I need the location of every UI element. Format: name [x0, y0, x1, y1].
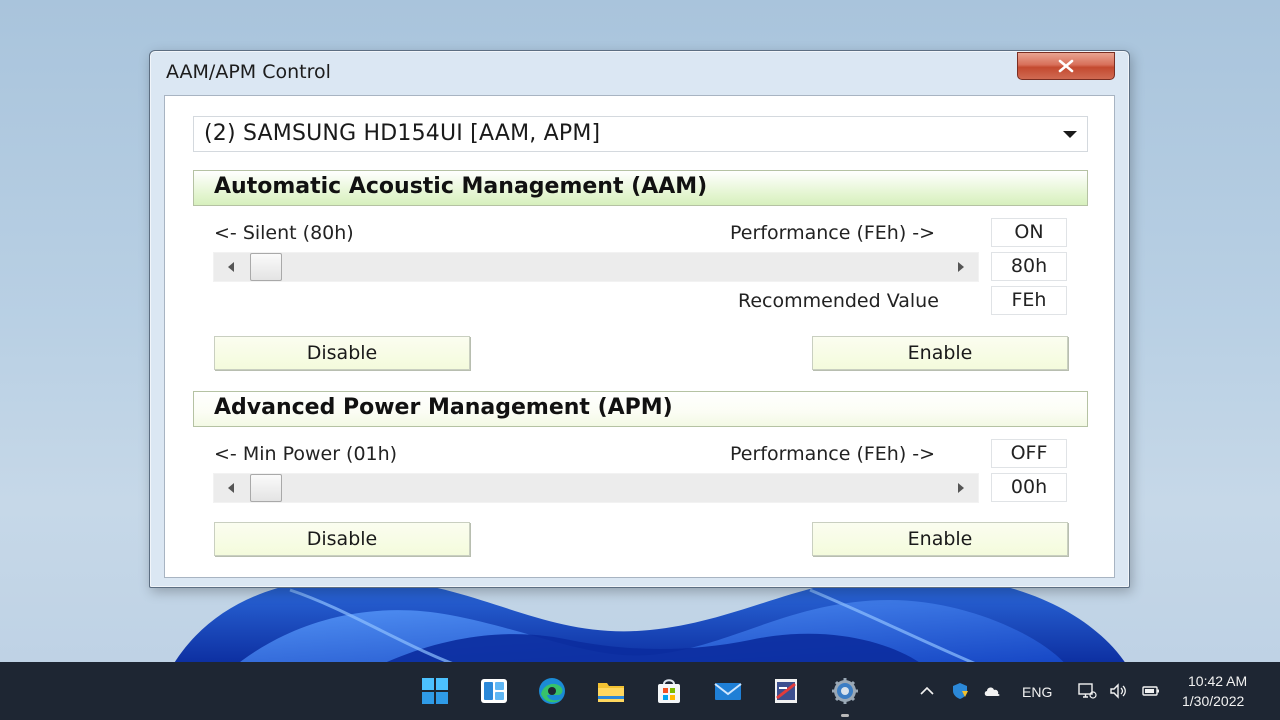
aam-enable-button[interactable]: Enable — [812, 336, 1068, 370]
volume-icon[interactable] — [1107, 680, 1129, 702]
aam-apm-dialog: AAM/APM Control (2) SAMSUNG HD154UI [AAM… — [149, 50, 1130, 588]
apm-status-box: OFF — [991, 439, 1067, 468]
aam-slider[interactable] — [213, 252, 979, 282]
scroll-left-icon[interactable] — [228, 483, 234, 493]
network-icon[interactable] — [1076, 680, 1098, 702]
widgets-icon[interactable] — [478, 675, 510, 707]
apm-slider-thumb[interactable] — [250, 474, 282, 502]
apm-section-header: Advanced Power Management (APM) — [193, 391, 1088, 427]
aam-current-value: 80h — [991, 252, 1067, 281]
close-icon — [1058, 59, 1074, 73]
aam-max-label: Performance (FEh) -> — [730, 222, 936, 244]
chevron-up-icon[interactable] — [916, 680, 938, 702]
file-explorer-icon[interactable] — [595, 675, 627, 707]
window-title: AAM/APM Control — [166, 61, 331, 83]
aam-recommended-label: Recommended Value — [738, 290, 939, 312]
aam-slider-thumb[interactable] — [250, 253, 282, 281]
clock-time[interactable]: 10:42 AM — [1188, 673, 1247, 689]
aam-disable-button[interactable]: Disable — [214, 336, 470, 370]
apm-slider[interactable] — [213, 473, 979, 503]
aam-recommended-value: FEh — [991, 286, 1067, 315]
apm-max-label: Performance (FEh) -> — [730, 443, 936, 465]
drive-select[interactable]: (2) SAMSUNG HD154UI [AAM, APM] — [193, 116, 1088, 152]
scroll-right-icon[interactable] — [958, 262, 964, 272]
store-icon[interactable] — [653, 675, 685, 707]
apm-enable-button[interactable]: Enable — [812, 522, 1068, 556]
taskbar: ENG 10:42 AM 1/30/2022 — [0, 662, 1280, 720]
app-icon[interactable] — [770, 675, 802, 707]
start-icon[interactable] — [419, 675, 451, 707]
language-indicator[interactable]: ENG — [1022, 684, 1052, 700]
edge-icon[interactable] — [536, 675, 568, 707]
chevron-down-icon[interactable] — [1063, 131, 1077, 138]
mail-icon[interactable] — [712, 675, 744, 707]
dialog-client-area: (2) SAMSUNG HD154UI [AAM, APM] Automatic… — [164, 95, 1115, 578]
apm-current-value: 00h — [991, 473, 1067, 502]
aam-section-header: Automatic Acoustic Management (AAM) — [193, 170, 1088, 206]
drive-select-value: (2) SAMSUNG HD154UI [AAM, APM] — [204, 121, 601, 146]
clock-date[interactable]: 1/30/2022 — [1182, 693, 1244, 709]
apm-min-label: <- Min Power (01h) — [214, 443, 398, 465]
security-shield-icon[interactable] — [949, 680, 971, 702]
cloud-icon[interactable] — [981, 680, 1003, 702]
battery-icon[interactable] — [1140, 680, 1162, 702]
close-button[interactable] — [1017, 52, 1115, 80]
title-bar[interactable]: AAM/APM Control — [150, 51, 1129, 95]
apm-disable-button[interactable]: Disable — [214, 522, 470, 556]
aam-status-box: ON — [991, 218, 1067, 247]
active-app-indicator — [841, 714, 849, 717]
settings-icon[interactable] — [829, 675, 861, 707]
aam-min-label: <- Silent (80h) — [214, 222, 354, 244]
scroll-left-icon[interactable] — [228, 262, 234, 272]
scroll-right-icon[interactable] — [958, 483, 964, 493]
